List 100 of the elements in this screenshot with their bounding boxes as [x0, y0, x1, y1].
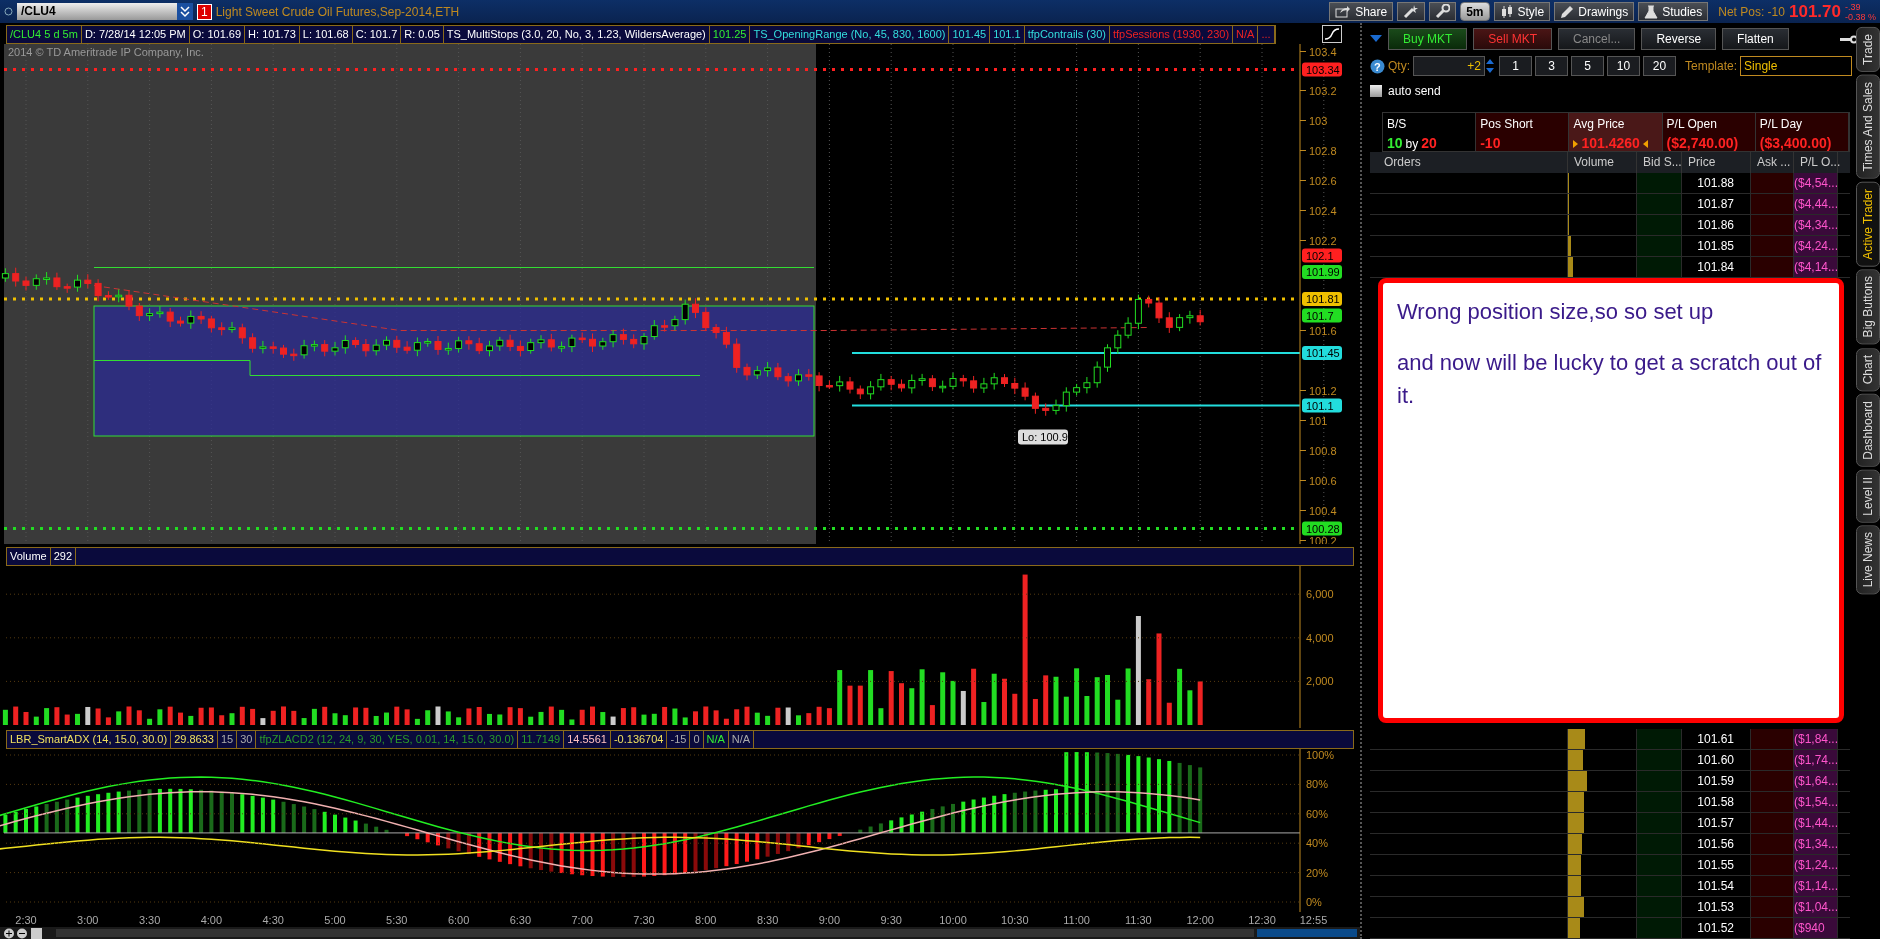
quantity-button[interactable]: 3	[1535, 56, 1568, 76]
axis-tick-label: 2,000	[1306, 675, 1334, 688]
low-marker: Lo: 100.9	[1018, 429, 1068, 445]
ask-size-cell[interactable]	[1751, 876, 1794, 896]
note-text: and now will be lucky to get a scratch out of it.	[1397, 349, 1823, 410]
order-button[interactable]: Buy MKT	[1388, 28, 1468, 50]
order-button[interactable]: Reverse	[1641, 28, 1717, 50]
quantity-button[interactable]: 1	[1499, 56, 1532, 76]
copyright-text: 2014 © TD Ameritrade IP Company, Inc.	[8, 46, 204, 58]
pl-cell: ($1,54...	[1794, 792, 1838, 812]
dropdown-icon[interactable]	[177, 3, 193, 20]
ask-size-cell[interactable]	[1751, 855, 1794, 875]
ask-size-cell[interactable]	[1751, 918, 1794, 938]
ask-size-cell[interactable]	[1751, 173, 1794, 193]
ask-size-cell[interactable]	[1751, 236, 1794, 256]
qty-field[interactable]: +2	[1413, 56, 1485, 76]
ask-size-cell[interactable]	[1751, 792, 1794, 812]
bid-size-cell[interactable]	[1637, 771, 1682, 791]
wrench-icon[interactable]	[1840, 34, 1858, 44]
pl-cell: ($4,14...	[1794, 257, 1838, 277]
study-label: D: 7/28/14 12:05 PM	[81, 26, 190, 43]
side-tab[interactable]: Big Buttons	[1856, 269, 1880, 345]
bid-size-cell[interactable]	[1637, 215, 1682, 235]
side-tab[interactable]: Level II	[1856, 469, 1880, 523]
axis-tick-label: 100%	[1306, 749, 1335, 762]
scrollbar[interactable]	[56, 929, 1254, 937]
column-header[interactable]: Volume	[1568, 152, 1637, 173]
bid-size-cell[interactable]	[1637, 729, 1682, 749]
qty-label: Qty:	[1388, 58, 1410, 75]
ask-size-cell[interactable]	[1751, 813, 1794, 833]
ask-size-cell[interactable]	[1751, 771, 1794, 791]
quantity-button[interactable]: 5	[1571, 56, 1604, 76]
side-tab[interactable]: Live News	[1856, 525, 1880, 595]
collapse-icon[interactable]	[1370, 35, 1382, 43]
wand-icon	[1403, 4, 1420, 19]
bid-size-cell[interactable]	[1637, 236, 1682, 256]
bid-size-cell[interactable]	[1637, 792, 1682, 812]
interval-button[interactable]: 5m	[1460, 2, 1490, 21]
help-icon[interactable]: ?	[1370, 58, 1385, 74]
bid-size-cell[interactable]	[1637, 918, 1682, 938]
pencil-icon	[1560, 4, 1575, 19]
ask-size-cell[interactable]	[1751, 897, 1794, 917]
quantity-button[interactable]: 10	[1607, 56, 1640, 76]
study-label: C: 101.7	[352, 26, 402, 43]
pl-cell: ($1,24...	[1794, 855, 1838, 875]
study-label: 30	[237, 731, 257, 749]
bid-size-cell[interactable]	[1637, 173, 1682, 193]
time-axis-label: 9:30	[880, 914, 902, 927]
style-button[interactable]: Style	[1493, 2, 1551, 21]
ask-size-cell[interactable]	[1751, 750, 1794, 770]
bid-size-cell[interactable]	[1637, 750, 1682, 770]
time-axis-label: 4:30	[262, 914, 284, 927]
ask-size-cell[interactable]	[1751, 194, 1794, 214]
symbol-field[interactable]: /CLU4	[17, 3, 177, 20]
time-axis-label: 12:55	[1299, 914, 1328, 927]
studies-button[interactable]: Studies	[1638, 2, 1709, 21]
bid-size-cell[interactable]	[1637, 876, 1682, 896]
share-button[interactable]: Share	[1329, 2, 1394, 21]
order-button[interactable]: Flatten	[1722, 28, 1789, 50]
chart-settings-icon[interactable]	[1322, 24, 1342, 43]
side-tab[interactable]: Times And Sales	[1856, 74, 1880, 179]
order-button[interactable]: Sell MKT	[1473, 28, 1553, 50]
auto-send-checkbox[interactable]	[1370, 85, 1382, 97]
column-header[interactable]: Price	[1682, 152, 1751, 173]
wrench-button[interactable]	[1429, 2, 1457, 21]
tick-mark	[1299, 450, 1307, 451]
ask-size-cell[interactable]	[1751, 215, 1794, 235]
column-header[interactable]: Orders	[1370, 152, 1568, 173]
bid-size-cell[interactable]	[1637, 855, 1682, 875]
pl-cell: ($1,44...	[1794, 813, 1838, 833]
side-tab[interactable]: Trade	[1856, 27, 1880, 72]
side-tab[interactable]: Chart	[1856, 347, 1880, 391]
study-label: H: 101.73	[245, 26, 300, 43]
bid-size-cell[interactable]	[1637, 257, 1682, 277]
study-label: 11.7149	[518, 731, 565, 749]
bid-size-cell[interactable]	[1637, 834, 1682, 854]
axis-tick-label: 102.4	[1309, 204, 1337, 217]
bid-size-cell[interactable]	[1637, 194, 1682, 214]
tick-mark	[1299, 210, 1307, 211]
wand-button[interactable]	[1397, 2, 1426, 21]
quantity-button[interactable]: 20	[1643, 56, 1676, 76]
drawings-button[interactable]: Drawings	[1554, 2, 1635, 21]
ask-size-cell[interactable]	[1751, 834, 1794, 854]
bid-size-cell[interactable]	[1637, 897, 1682, 917]
ask-size-cell[interactable]	[1751, 257, 1794, 277]
tick-mark	[1299, 180, 1307, 181]
time-axis-label: 3:00	[77, 914, 99, 927]
net-position: Net Pos: -10	[1718, 3, 1785, 21]
ask-size-cell[interactable]	[1751, 729, 1794, 749]
template-dropdown[interactable]: Single	[1740, 56, 1853, 76]
side-tab[interactable]: Dashboard	[1856, 393, 1880, 467]
scroll-thumb[interactable]	[1257, 929, 1357, 937]
percent-change: -0.38 %	[1844, 11, 1876, 22]
pl-cell: ($4,34...	[1794, 215, 1838, 235]
summary-value: -10	[1480, 134, 1502, 153]
time-axis-label: 10:00	[939, 914, 967, 927]
axis-tick-label: 100.2	[1309, 534, 1337, 545]
pl-cell: ($4,24...	[1794, 236, 1838, 256]
bid-size-cell[interactable]	[1637, 813, 1682, 833]
side-tab[interactable]: Active Trader	[1856, 181, 1880, 267]
